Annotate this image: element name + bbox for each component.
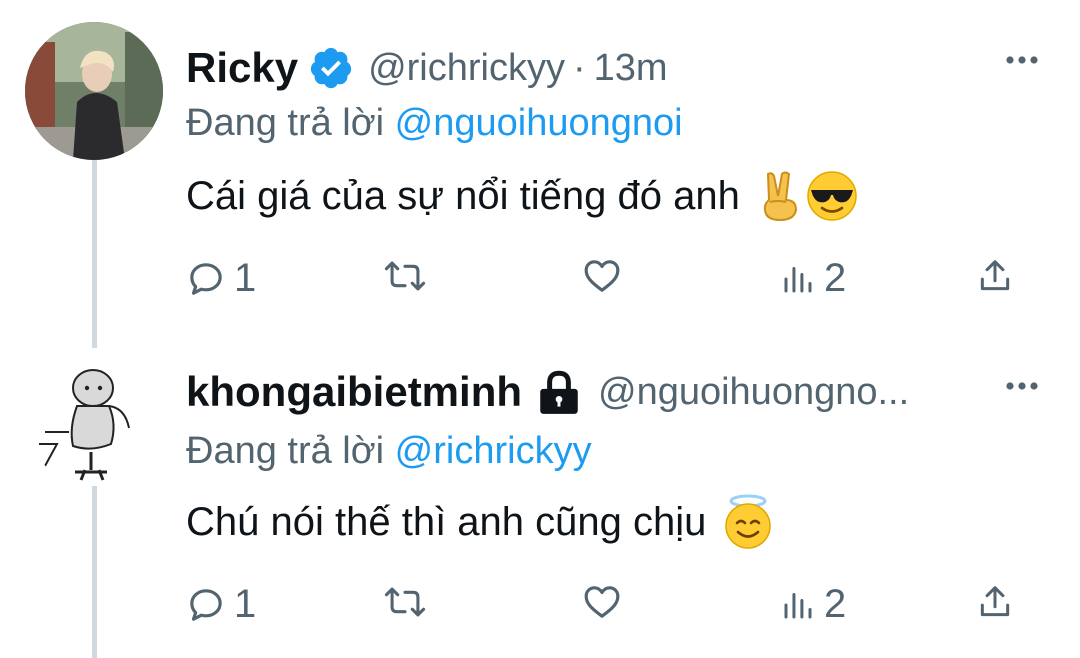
replying-to-label: Đang trả lời (186, 102, 385, 144)
replying-to: Đang trả lời @richrickyy (186, 430, 592, 473)
views-icon (784, 592, 812, 618)
user-handle[interactable]: @richrickyy (368, 47, 565, 90)
display-name[interactable]: Ricky (186, 44, 298, 92)
retweet-button[interactable] (384, 582, 426, 622)
tweet-text: Chú nói thế thì anh cũng chịu (186, 494, 774, 550)
views-icon (784, 266, 812, 292)
more-options-icon[interactable] (1002, 366, 1042, 406)
like-button[interactable] (582, 256, 622, 296)
tweet-header: khongaibietminh @nguoihuongno... (186, 368, 909, 416)
tweet-header: Ricky @richrickyy · 13m (186, 44, 668, 92)
mention-link[interactable]: @richrickyy (395, 430, 592, 472)
views-count: 2 (824, 582, 847, 626)
display-name[interactable]: khongaibietminh (186, 368, 522, 416)
share-icon (980, 260, 1010, 291)
smiling-face-with-halo-emoji (722, 494, 774, 550)
replying-to-label: Đang trả lời (186, 430, 385, 472)
sunglasses-face-emoji (806, 170, 858, 222)
avatar[interactable] (25, 22, 163, 160)
retweet-icon (384, 587, 426, 617)
tweet-actions: 1 2 (186, 582, 1016, 634)
share-button[interactable] (976, 256, 1014, 296)
views-button[interactable]: 2 (780, 582, 846, 627)
share-button[interactable] (976, 582, 1014, 622)
victory-hand-emoji (758, 170, 802, 222)
lock-icon (534, 367, 584, 417)
views-button[interactable]: 2 (780, 256, 846, 301)
more-options-icon[interactable] (1002, 40, 1042, 80)
reply-icon (190, 262, 222, 295)
heart-icon (584, 586, 620, 618)
verified-badge-icon (308, 45, 354, 91)
views-count: 2 (824, 256, 847, 300)
separator-dot: · (572, 46, 586, 89)
tweet-actions: 1 2 (186, 256, 1016, 308)
reply-button[interactable]: 1 (186, 256, 256, 301)
tweet[interactable]: khongaibietminh @nguoihuongno... Đang tr… (0, 330, 1080, 658)
tweet-text-content: Chú nói thế thì anh cũng chịu (186, 499, 707, 544)
retweet-icon (384, 261, 426, 291)
timestamp[interactable]: 13m (594, 47, 668, 90)
replying-to: Đang trả lời @nguoihuongnoi (186, 102, 683, 145)
mention-link[interactable]: @nguoihuongnoi (395, 102, 683, 144)
reply-count: 1 (234, 256, 257, 300)
tweet[interactable]: Ricky @richrickyy · 13m Đang trả lời @ng… (0, 0, 1080, 330)
reply-icon (190, 588, 222, 621)
reply-button[interactable]: 1 (186, 582, 256, 627)
avatar[interactable] (25, 348, 163, 486)
reply-count: 1 (234, 582, 257, 626)
like-button[interactable] (582, 582, 622, 622)
retweet-button[interactable] (384, 256, 426, 296)
heart-icon (584, 260, 620, 292)
tweet-text-content: Cái giá của sự nổi tiếng đó anh (186, 173, 740, 218)
share-icon (980, 586, 1010, 617)
user-handle[interactable]: @nguoihuongno... (598, 371, 909, 414)
tweet-text: Cái giá của sự nổi tiếng đó anh (186, 168, 858, 224)
